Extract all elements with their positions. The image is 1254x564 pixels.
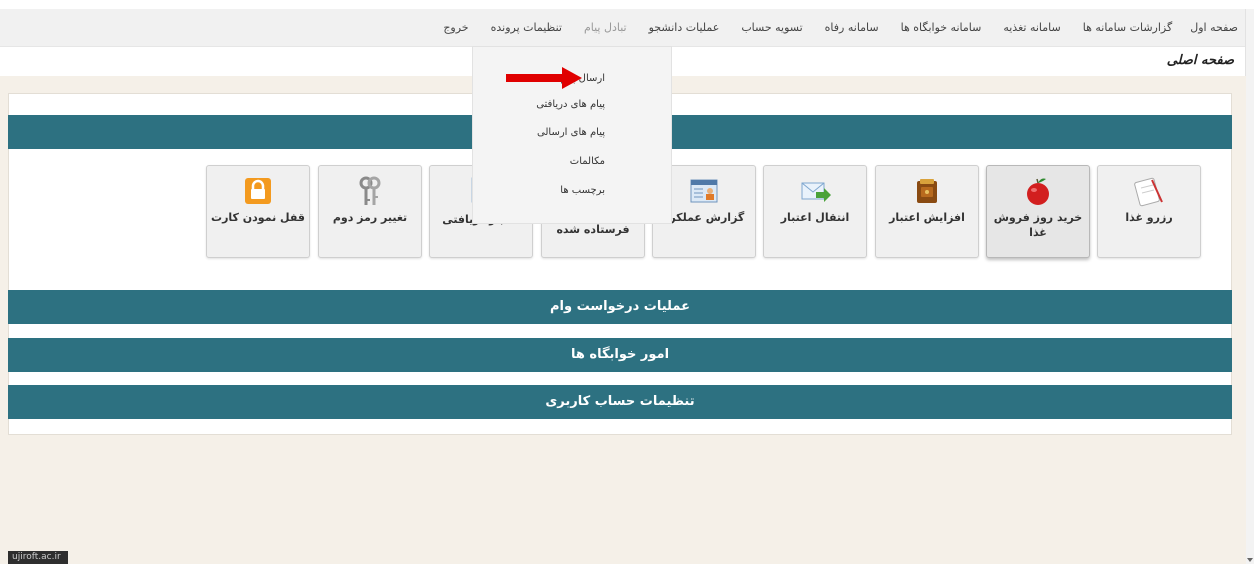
card-label: رزرو غذا — [1125, 211, 1173, 224]
nav-system-reports[interactable]: گزارشات سامانه ها — [1083, 21, 1173, 34]
card-label: قفل نمودن کارت — [211, 211, 305, 224]
card-increase-credit[interactable]: افزایش اعتبار — [875, 165, 979, 258]
red-arrow-icon — [506, 67, 582, 89]
menu-sent-messages[interactable]: پیام های ارسالی — [537, 127, 605, 138]
card-change-second-password[interactable]: تغییر رمز دوم — [318, 165, 422, 258]
menu-labels[interactable]: برچسب ها — [560, 185, 605, 196]
nav-home[interactable]: صفحه اول — [1190, 21, 1238, 34]
section-loan-request[interactable]: عملیات درخواست وام — [8, 290, 1232, 324]
page-title: صفحه اصلی — [1166, 53, 1234, 68]
keys-icon — [359, 176, 381, 205]
report-card-icon — [690, 179, 718, 203]
card-transfer-credit[interactable]: انتقال اعتبار — [763, 165, 867, 258]
nav-nutrition[interactable]: سامانه تغذیه — [1003, 21, 1060, 34]
card-label: افزایش اعتبار — [889, 211, 965, 224]
lock-icon — [245, 178, 271, 204]
nav-dormitories[interactable]: سامانه خوابگاه ها — [901, 21, 982, 34]
page-scrollbar[interactable] — [1245, 9, 1254, 564]
nav-settlement[interactable]: تسویه حساب — [741, 21, 802, 34]
section-account-settings[interactable]: تنظیمات حساب کاربری — [8, 385, 1232, 419]
apple-icon — [1027, 178, 1049, 205]
card-label: فرستاده شده — [556, 223, 630, 236]
card-label: تغییر رمز دوم — [332, 211, 408, 224]
main-navbar: صفحه اول گزارشات سامانه ها سامانه تغذیه … — [0, 9, 1246, 47]
food-reservation-icon — [1134, 177, 1163, 207]
nav-logout[interactable]: خروج — [443, 21, 468, 34]
nav-messages[interactable]: تبادل پیام — [584, 21, 627, 34]
menu-conversations[interactable]: مکالمات — [570, 156, 605, 167]
card-buy-day-food[interactable]: خرید روز فروش غذا — [986, 165, 1090, 258]
section-dormitory-affairs[interactable]: امور خوابگاه ها — [8, 338, 1232, 372]
menu-received-messages[interactable]: پیام های دریافتی — [536, 99, 605, 110]
nav-welfare[interactable]: سامانه رفاه — [825, 21, 879, 34]
card-label: انتقال اعتبار — [780, 211, 850, 224]
top-strip — [0, 0, 1254, 9]
scroll-down-icon[interactable] — [1247, 558, 1253, 562]
card-label: خرید روز فروش غذا — [993, 211, 1083, 239]
card-food-reservation[interactable]: رزرو غذا — [1097, 165, 1201, 258]
nav-student-operations[interactable]: عملیات دانشجو — [649, 21, 720, 34]
nav-profile-settings[interactable]: تنظیمات پرونده — [491, 21, 562, 34]
status-url-tag: ujiroft.ac.ir — [8, 551, 68, 564]
card-lock-card[interactable]: قفل نمودن کارت — [206, 165, 310, 258]
wallet-icon — [917, 179, 937, 203]
mail-transfer-icon — [801, 182, 831, 202]
